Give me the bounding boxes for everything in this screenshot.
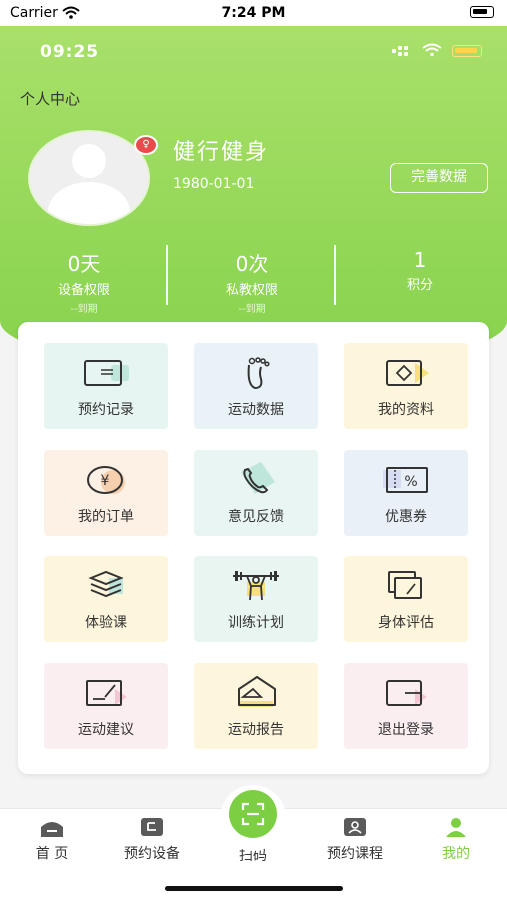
inner-status-icons: [392, 43, 492, 59]
course-icon: [344, 818, 366, 836]
user-icon: [446, 818, 466, 837]
grid-item-label: 我的订单: [78, 509, 134, 525]
grid-item-label: 体验课: [85, 615, 127, 631]
grid-item-label: 运动建议: [78, 722, 134, 738]
coupon-icon: %: [383, 467, 428, 493]
stat-value: 0天: [67, 252, 101, 276]
inner-battery-icon: [452, 45, 482, 57]
layers-icon: [88, 570, 124, 598]
tab-book-course[interactable]: 预约课程: [315, 817, 395, 863]
weightlifting-icon: [233, 571, 279, 601]
grid-item-body-assessment[interactable]: 身体评估: [344, 556, 468, 642]
stat-label: 私教权限: [225, 283, 278, 298]
grid-item-label: 运动报告: [228, 722, 284, 738]
tab-home[interactable]: 首 页: [12, 817, 92, 863]
function-grid-card: 预约记录 运动数据 我的资料 ¥ 我的订单 意见反馈 % 优惠券 体验课 训练计…: [18, 322, 489, 774]
tab-label: 预约设备: [124, 846, 180, 862]
report-envelope-icon: [238, 676, 276, 707]
complete-data-button[interactable]: 完善数据: [390, 163, 488, 193]
scan-icon: [241, 802, 265, 826]
system-time: 7:24 PM: [221, 5, 286, 21]
avatar-body-shape: [48, 182, 130, 224]
device-icon: [141, 818, 163, 836]
scan-button[interactable]: [229, 790, 277, 838]
tab-label: 我的: [442, 846, 470, 862]
signal-dots-icon: [392, 46, 412, 56]
stat-label: 积分: [406, 278, 433, 293]
stat-device-permission[interactable]: 0天 设备权限 --到期: [0, 248, 168, 315]
grid-item-label: 身体评估: [378, 615, 434, 631]
card-icon: [84, 360, 129, 386]
user-birthday: 1980-01-01: [173, 176, 255, 192]
female-gender-icon: ♀: [134, 135, 158, 155]
battery-icon: [470, 6, 494, 18]
logout-icon: [386, 680, 427, 706]
grid-item-logout[interactable]: 退出登录: [344, 663, 468, 749]
stat-value: 1: [413, 248, 427, 272]
phone-icon: [241, 462, 275, 494]
inner-status-time: 09:25: [40, 42, 100, 62]
grid-item-exercise-suggestions[interactable]: 运动建议: [44, 663, 168, 749]
grid-item-label: 我的资料: [378, 402, 434, 418]
tab-mine[interactable]: 我的: [416, 817, 496, 863]
avatar[interactable]: [28, 130, 150, 226]
grid-item-coupons[interactable]: % 优惠券: [344, 450, 468, 536]
grid-item-label: 意见反馈: [228, 509, 284, 525]
stat-private-coach-permission[interactable]: 0次 私教权限 --到期: [168, 248, 336, 315]
grid-item-exercise-data[interactable]: 运动数据: [194, 343, 318, 429]
grid-item-my-profile[interactable]: 我的资料: [344, 343, 468, 429]
stat-expiry: --到期: [70, 304, 98, 315]
grid-item-label: 训练计划: [228, 615, 284, 631]
grid-item-training-plan[interactable]: 训练计划: [194, 556, 318, 642]
grid-item-trial-class[interactable]: 体验课: [44, 556, 168, 642]
tab-label: 预约课程: [327, 846, 383, 862]
user-nickname: 健行健身: [173, 140, 270, 165]
suggestion-icon: [86, 680, 127, 706]
stat-points[interactable]: 1 积分: [336, 248, 504, 293]
tab-book-device[interactable]: 预约设备: [112, 817, 192, 863]
svg-text:%: %: [404, 474, 417, 490]
tab-label: 首 页: [35, 846, 69, 862]
stat-label: 设备权限: [57, 283, 110, 298]
home-indicator: [165, 886, 343, 891]
stat-value: 0次: [235, 252, 269, 276]
grid-item-label: 预约记录: [78, 402, 134, 418]
grid-item-label: 退出登录: [378, 722, 434, 738]
stat-expiry: --到期: [238, 304, 266, 315]
home-icon: [41, 822, 63, 837]
yen-coin-icon: ¥: [87, 466, 125, 494]
profile-card-icon: [386, 360, 429, 386]
inner-wifi-icon: [422, 43, 442, 57]
assessment-icon: [388, 571, 422, 599]
footprint-icon: [247, 357, 270, 390]
grid-item-exercise-report[interactable]: 运动报告: [194, 663, 318, 749]
grid-item-feedback[interactable]: 意见反馈: [194, 450, 318, 536]
grid-item-label: 优惠券: [385, 509, 427, 525]
grid-item-my-orders[interactable]: ¥ 我的订单: [44, 450, 168, 536]
page-title: 个人中心: [20, 90, 81, 108]
grid-item-booking-records[interactable]: 预约记录: [44, 343, 168, 429]
grid-item-label: 运动数据: [228, 402, 284, 418]
svg-text:¥: ¥: [101, 473, 110, 489]
avatar-head-shape: [72, 144, 106, 178]
